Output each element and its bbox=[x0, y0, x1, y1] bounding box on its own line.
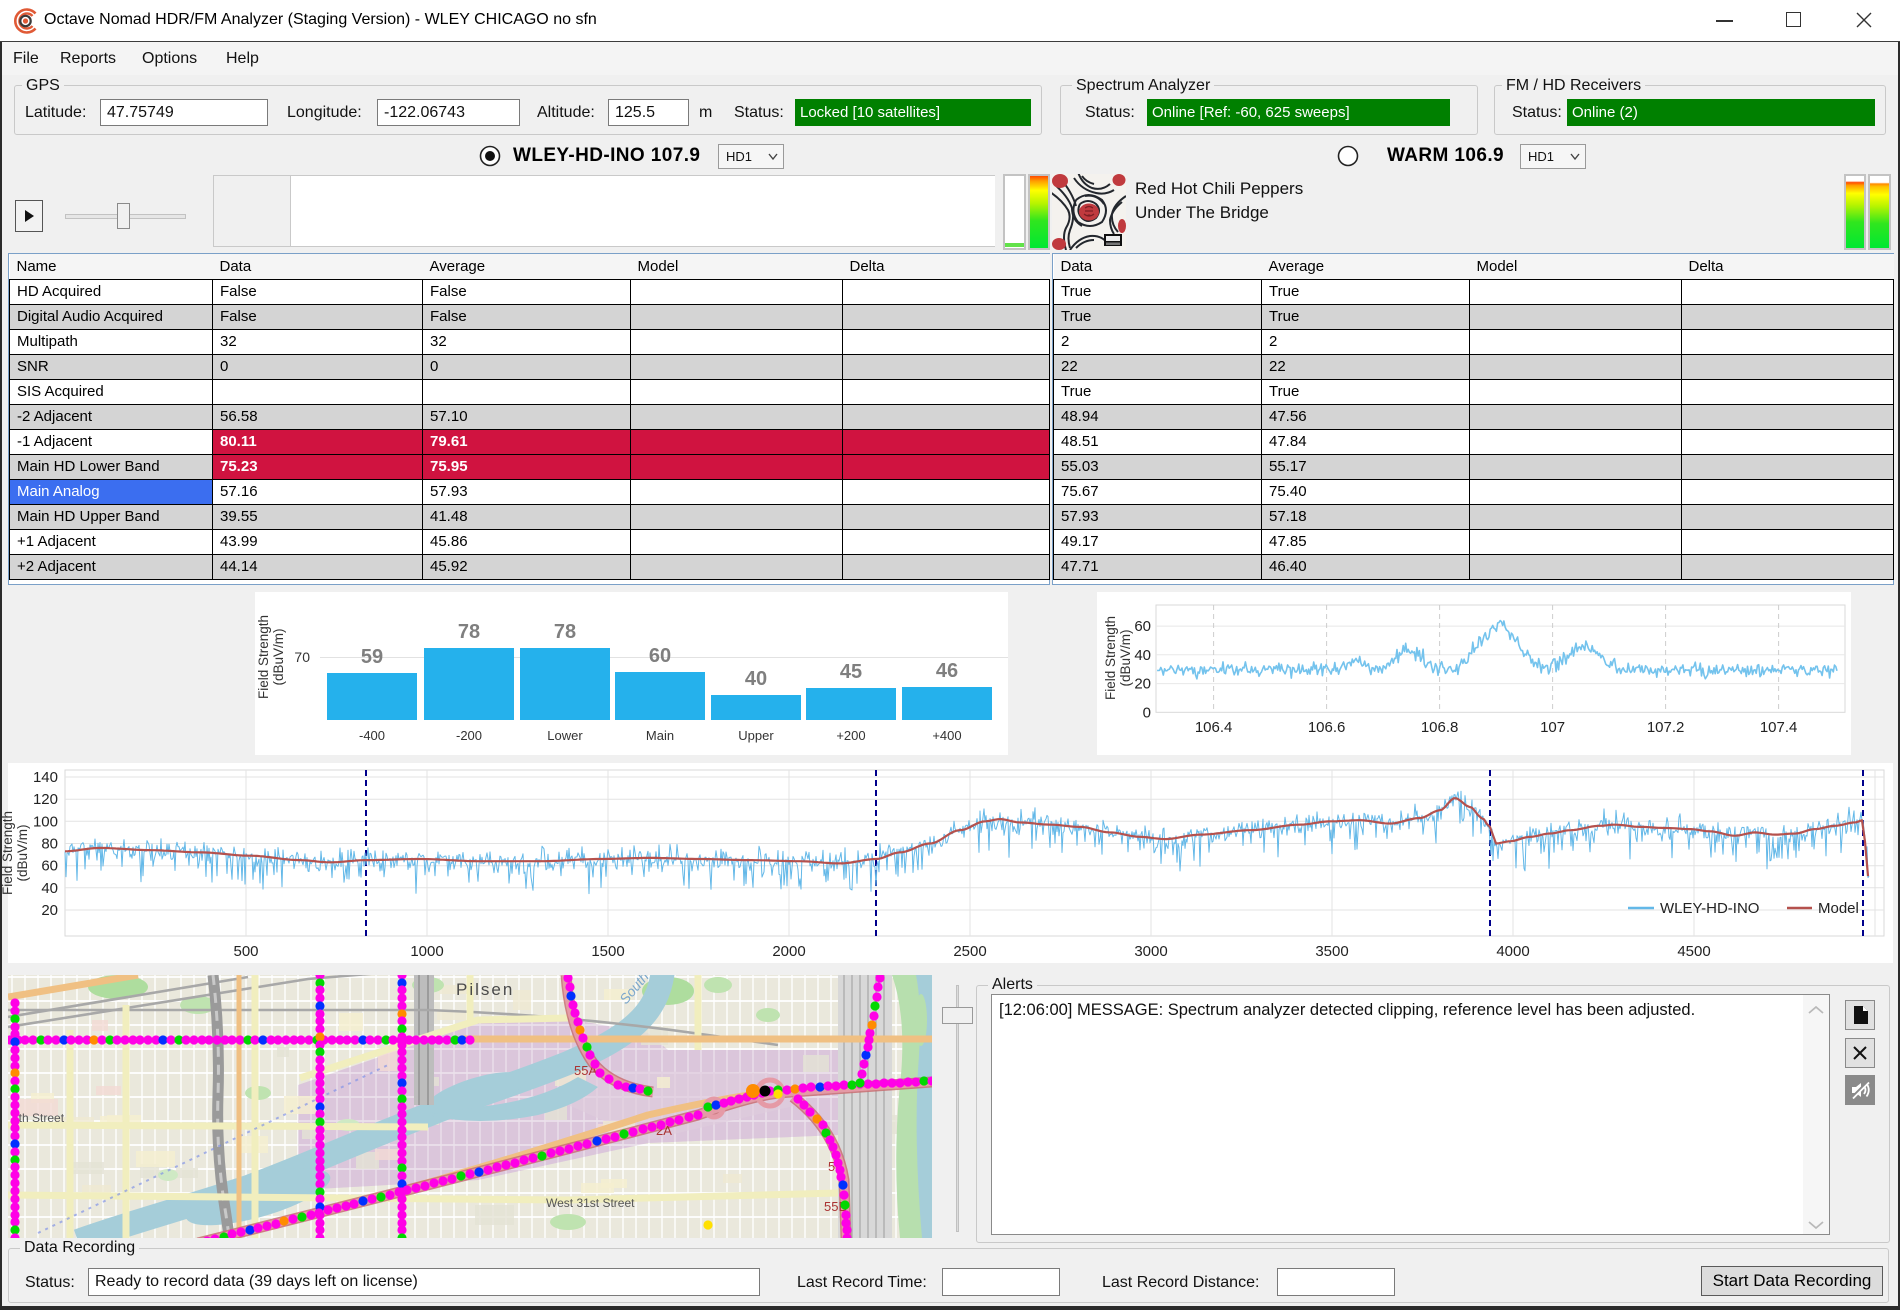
svg-text:1500: 1500 bbox=[591, 943, 624, 960]
svg-text:100: 100 bbox=[33, 813, 58, 830]
svg-text:20: 20 bbox=[1134, 676, 1151, 693]
svg-text:Pilsen: Pilsen bbox=[456, 980, 514, 999]
svg-text:500: 500 bbox=[233, 943, 258, 960]
svg-text:4500: 4500 bbox=[1677, 943, 1710, 960]
svg-text:(dBuV/m): (dBuV/m) bbox=[271, 628, 286, 685]
svg-text:40: 40 bbox=[41, 880, 58, 897]
svg-text:Model: Model bbox=[1818, 900, 1859, 917]
svg-text:107: 107 bbox=[1540, 719, 1565, 736]
svg-text:107.2: 107.2 bbox=[1647, 719, 1685, 736]
svg-text:70: 70 bbox=[294, 649, 310, 665]
svg-text:140: 140 bbox=[33, 769, 58, 786]
svg-text:Field Strength: Field Strength bbox=[1103, 616, 1118, 700]
svg-text:106.8: 106.8 bbox=[1421, 719, 1459, 736]
svg-text:5th Street: 5th Street bbox=[12, 1111, 65, 1125]
svg-text:Field Strength: Field Strength bbox=[256, 615, 271, 699]
svg-text:2500: 2500 bbox=[953, 943, 986, 960]
svg-text:60: 60 bbox=[41, 858, 58, 875]
svg-text:3000: 3000 bbox=[1134, 943, 1167, 960]
svg-text:West 31st Street: West 31st Street bbox=[546, 1196, 635, 1210]
svg-text:4000: 4000 bbox=[1496, 943, 1529, 960]
svg-text:0: 0 bbox=[1143, 704, 1151, 721]
svg-text:80: 80 bbox=[41, 836, 58, 853]
svg-text:20: 20 bbox=[41, 902, 58, 919]
svg-text:WLEY-HD-INO: WLEY-HD-INO bbox=[1660, 900, 1759, 917]
svg-text:Field Strength: Field Strength bbox=[0, 811, 15, 895]
svg-text:60: 60 bbox=[1134, 618, 1151, 635]
svg-text:106.6: 106.6 bbox=[1308, 719, 1346, 736]
svg-text:40: 40 bbox=[1134, 647, 1151, 664]
svg-text:106.4: 106.4 bbox=[1195, 719, 1233, 736]
svg-text:(dBuV/m): (dBuV/m) bbox=[1118, 629, 1133, 686]
svg-text:2000: 2000 bbox=[772, 943, 805, 960]
svg-text:1000: 1000 bbox=[410, 943, 443, 960]
svg-text:120: 120 bbox=[33, 791, 58, 808]
svg-text:(dBuV/m): (dBuV/m) bbox=[15, 824, 30, 881]
svg-text:3500: 3500 bbox=[1315, 943, 1348, 960]
svg-text:107.4: 107.4 bbox=[1760, 719, 1798, 736]
